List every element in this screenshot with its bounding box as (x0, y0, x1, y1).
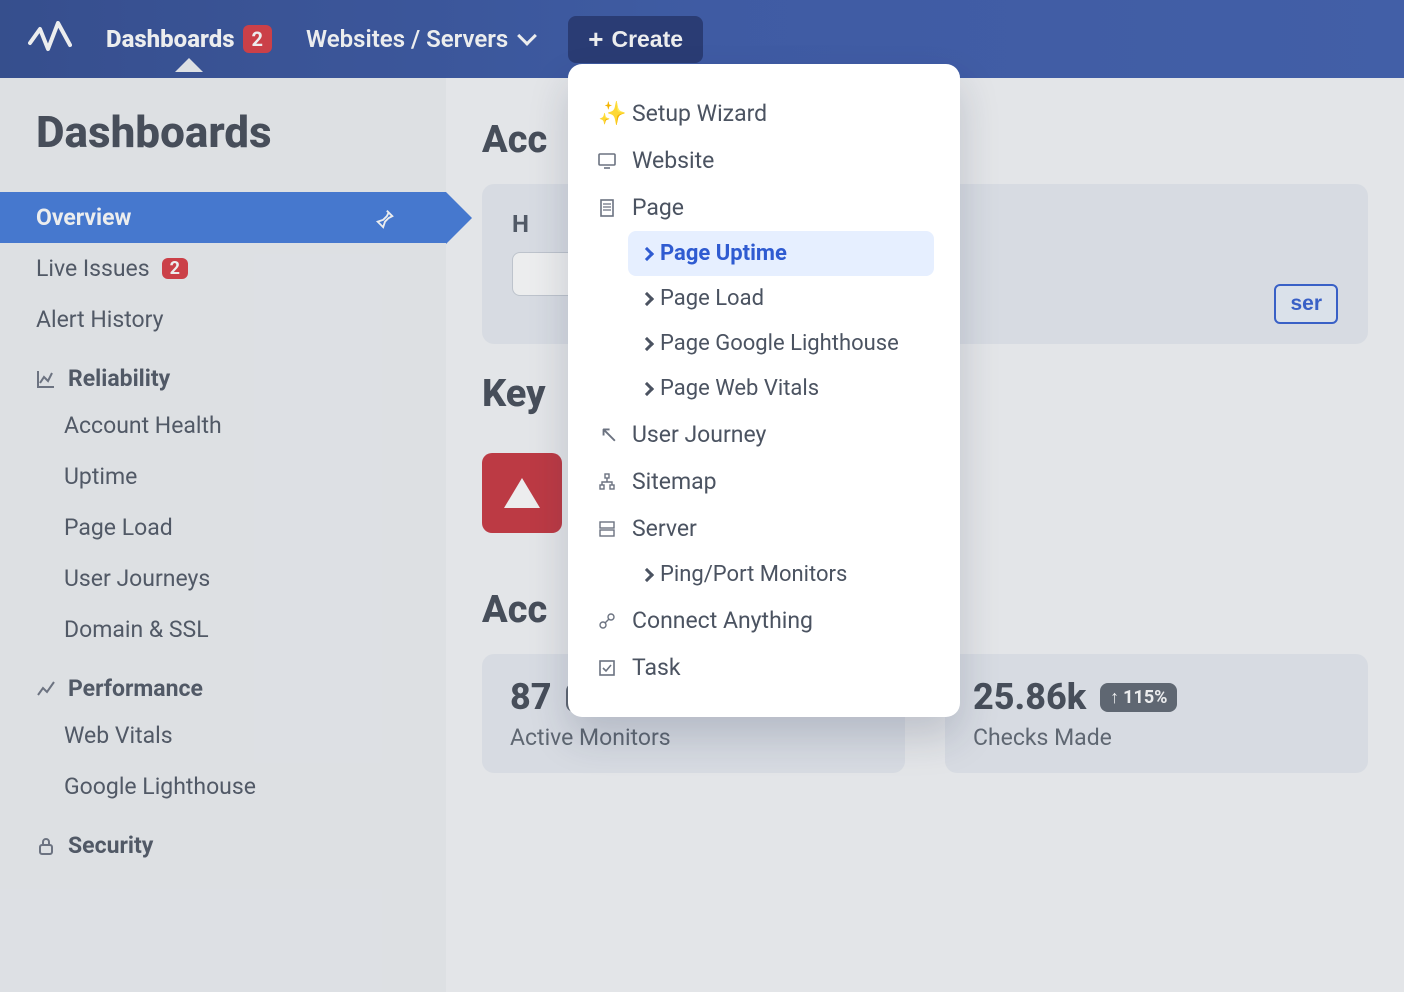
dd-page-web-vitals-label: Page Web Vitals (660, 376, 819, 401)
dd-page-lighthouse[interactable]: Page Google Lighthouse (628, 321, 934, 366)
sidebar-google-lighthouse-label: Google Lighthouse (64, 773, 256, 800)
dd-connect-anything-label: Connect Anything (632, 607, 813, 634)
dd-ping-port-label: Ping/Port Monitors (660, 562, 847, 587)
nav-websites-label: Websites / Servers (306, 25, 508, 53)
dd-page-label: Page (632, 194, 684, 221)
dd-page-uptime[interactable]: Page Uptime (628, 231, 934, 276)
dd-sitemap[interactable]: Sitemap (594, 458, 934, 505)
sidebar-domain-ssl-label: Domain & SSL (64, 616, 209, 643)
dd-task-label: Task (632, 654, 681, 681)
connect-icon (598, 612, 620, 630)
create-dropdown: ✨ Setup Wizard Website Page Page Uptime … (568, 64, 960, 717)
sidebar-uptime-label: Uptime (64, 463, 137, 490)
sidebar-group-security-label: Security (68, 832, 153, 859)
sidebar-item-account-health[interactable]: Account Health (0, 400, 446, 451)
stat-monitors-value: 87 (510, 676, 552, 718)
nav-dashboards-label: Dashboards (106, 25, 235, 53)
sidebar-item-alert-history[interactable]: Alert History (0, 294, 446, 345)
sidebar-page-load-label: Page Load (64, 514, 173, 541)
chevron-right-icon (640, 381, 654, 395)
sidebar-live-issues-label: Live Issues (36, 255, 150, 282)
sitemap-icon (598, 473, 620, 491)
nav-dashboards-badge: 2 (243, 25, 272, 53)
chevron-right-icon (640, 567, 654, 581)
sidebar-group-performance-label: Performance (68, 675, 203, 702)
pin-icon[interactable] (374, 207, 396, 229)
sidebar-title: Dashboards (36, 106, 446, 158)
dd-ping-port[interactable]: Ping/Port Monitors (628, 552, 934, 597)
nav-websites[interactable]: Websites / Servers (306, 25, 534, 53)
chevron-right-icon (640, 336, 654, 350)
sidebar-account-health-label: Account Health (64, 412, 222, 439)
sidebar-alert-history-label: Alert History (36, 306, 164, 333)
sidebar-item-uptime[interactable]: Uptime (0, 451, 446, 502)
dd-user-journey-label: User Journey (632, 421, 766, 448)
sidebar-item-user-journeys[interactable]: User Journeys (0, 553, 446, 604)
dd-website-label: Website (632, 147, 714, 174)
trend-icon (36, 679, 56, 699)
stat-tile-checks: 25.86k ↑ 115% Checks Made (945, 654, 1368, 773)
chevron-right-icon (640, 291, 654, 305)
alert-tile (482, 438, 562, 548)
sidebar-item-page-load[interactable]: Page Load (0, 502, 446, 553)
dd-task[interactable]: Task (594, 644, 934, 691)
dd-website[interactable]: Website (594, 137, 934, 184)
sidebar-web-vitals-label: Web Vitals (64, 722, 173, 749)
server-icon (598, 520, 620, 538)
stat-checks-value: 25.86k (973, 676, 1086, 718)
task-icon (598, 659, 620, 677)
dd-setup-wizard-label: Setup Wizard (632, 100, 767, 127)
sidebar-item-overview[interactable]: Overview (0, 192, 446, 243)
sidebar-item-web-vitals[interactable]: Web Vitals (0, 710, 446, 761)
dd-server-label: Server (632, 515, 697, 542)
page-icon (598, 199, 620, 217)
sidebar-overview-label: Overview (36, 204, 131, 231)
create-label: Create (611, 26, 683, 53)
dd-page-web-vitals[interactable]: Page Web Vitals (628, 366, 934, 411)
dd-setup-wizard[interactable]: ✨ Setup Wizard (594, 90, 934, 137)
dd-page-load[interactable]: Page Load (628, 276, 934, 321)
chevron-down-icon (517, 26, 537, 46)
create-button[interactable]: + Create (568, 16, 703, 63)
dd-server[interactable]: Server (594, 505, 934, 552)
sidebar-live-issues-badge: 2 (162, 258, 188, 279)
sidebar: Dashboards Overview Live Issues 2 Alert … (0, 78, 446, 992)
dd-sitemap-label: Sitemap (632, 468, 717, 495)
stat-checks-delta: ↑ 115% (1100, 683, 1177, 712)
alert-icon (482, 453, 562, 533)
dd-page-uptime-label: Page Uptime (660, 241, 787, 266)
ser-button-label: ser (1290, 292, 1322, 315)
ser-button[interactable]: ser (1274, 284, 1338, 324)
stat-checks-label: Checks Made (973, 724, 1340, 751)
sidebar-item-live-issues[interactable]: Live Issues 2 (0, 243, 446, 294)
nav-dashboards[interactable]: Dashboards 2 (106, 25, 272, 53)
dd-user-journey[interactable]: ↖ User Journey (594, 411, 934, 458)
sidebar-item-domain-ssl[interactable]: Domain & SSL (0, 604, 446, 655)
chart-icon (36, 369, 56, 389)
dd-connect-anything[interactable]: Connect Anything (594, 597, 934, 644)
monitor-icon (598, 152, 620, 170)
plus-icon: + (588, 26, 603, 52)
dd-page-lighthouse-label: Page Google Lighthouse (660, 331, 899, 356)
stat-monitors-label: Active Monitors (510, 724, 877, 751)
sidebar-group-reliability-label: Reliability (68, 365, 170, 392)
sidebar-group-performance: Performance (0, 655, 446, 710)
sidebar-group-reliability: Reliability (0, 345, 446, 400)
cursor-icon: ↖ (598, 421, 620, 448)
sidebar-group-security: Security (0, 812, 446, 867)
sidebar-user-journeys-label: User Journeys (64, 565, 210, 592)
logo-icon (28, 21, 72, 57)
wand-icon: ✨ (598, 100, 620, 127)
chevron-right-icon (640, 246, 654, 260)
dd-page-load-label: Page Load (660, 286, 764, 311)
lock-icon (36, 836, 56, 856)
sidebar-item-google-lighthouse[interactable]: Google Lighthouse (0, 761, 446, 812)
dd-page[interactable]: Page (594, 184, 934, 231)
